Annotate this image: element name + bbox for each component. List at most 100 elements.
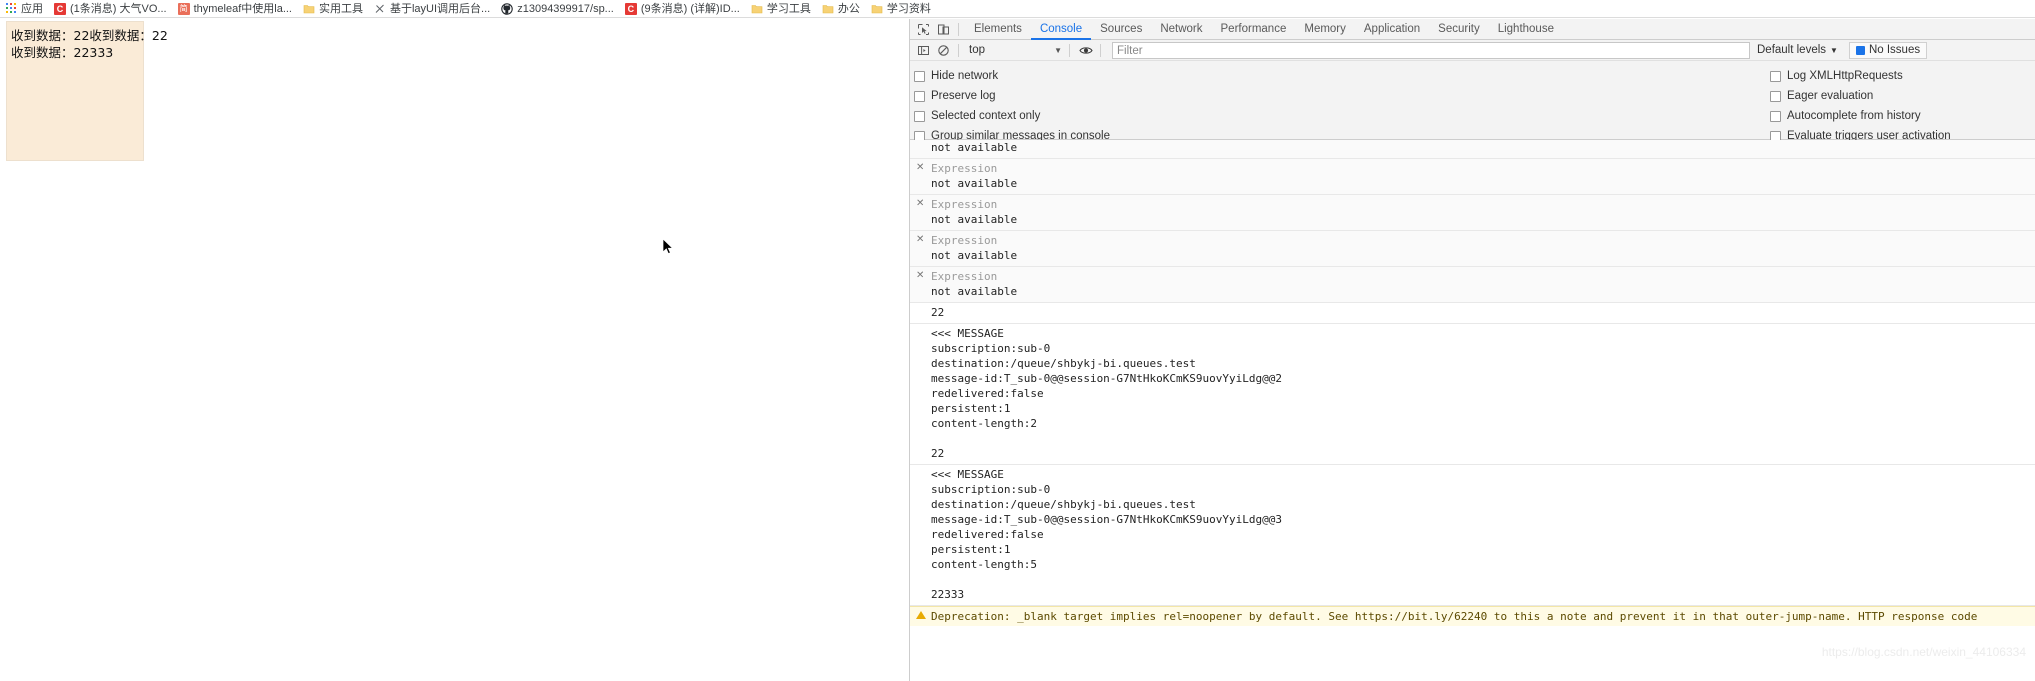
bookmark-label: 学习资料 [886, 2, 931, 15]
console-log-text: <<< MESSAGE subscription:sub-0 destinati… [931, 327, 1282, 460]
bookmark-folder-tools[interactable]: 实用工具 [303, 1, 363, 17]
apps-grid-icon [6, 3, 17, 14]
bookmark-folder-office[interactable]: 办公 [822, 1, 860, 17]
issues-label: No Issues [1868, 44, 1921, 56]
checkbox-icon[interactable] [914, 70, 925, 82]
tab-lighthouse[interactable]: Lighthouse [1489, 19, 1563, 39]
bookmark-thymeleaf[interactable]: 简 thymeleaf中使用la... [177, 1, 292, 17]
console-error-entry[interactable]: ✕ Expression not available [910, 267, 2035, 303]
bookmark-layui[interactable]: 基于layUI调用后台... [374, 1, 490, 17]
console-message-clipped[interactable]: not available [910, 140, 2035, 159]
bookmark-csdn-1[interactable]: C (1条消息) 大气VO... [54, 1, 167, 17]
bookmark-apps[interactable]: 应用 [6, 1, 43, 17]
live-expression-icon[interactable] [1076, 41, 1095, 59]
bookmark-folder-study-materials[interactable]: 学习资料 [871, 1, 931, 17]
console-error-entry[interactable]: ✕ Expression not available [910, 159, 2035, 195]
issues-button[interactable]: No Issues [1848, 41, 1928, 59]
tab-elements[interactable]: Elements [965, 19, 1031, 39]
bookmark-csdn-2[interactable]: C (9条消息) (详解)ID... [624, 1, 740, 17]
folder-icon [822, 3, 834, 15]
screenshot-root: 应用 C (1条消息) 大气VO... 简 thymeleaf中使用la... … [0, 0, 2035, 681]
github-icon [501, 2, 513, 15]
error-x-icon: ✕ [916, 270, 925, 281]
inspect-element-icon[interactable] [914, 20, 933, 38]
execution-context-select[interactable]: top ▼ [965, 42, 1065, 59]
checkbox-selected-context-only[interactable]: Selected context only [914, 106, 1110, 126]
bookmarks-bar: 应用 C (1条消息) 大气VO... 简 thymeleaf中使用la... … [0, 0, 2035, 18]
toolbar-divider [1069, 43, 1070, 57]
tab-memory[interactable]: Memory [1295, 19, 1355, 39]
warning-triangle-icon [916, 611, 926, 619]
received-data-box: 收到数据：22收到数据：22 收到数据：22333 [6, 21, 168, 161]
console-error-title: Expression [931, 270, 998, 283]
toolbar-divider [958, 22, 959, 36]
checkbox-log-xmlhttprequests[interactable]: Log XMLHttpRequests [1770, 66, 1951, 86]
checkbox-eager-evaluation[interactable]: Eager evaluation [1770, 86, 1951, 106]
console-log-list[interactable]: not available ✕ Expression not available… [910, 140, 2035, 681]
devtools-tabbar: Elements Console Sources Network Perform… [910, 19, 2035, 40]
bookmark-folder-study-tools[interactable]: 学习工具 [751, 1, 811, 17]
bookmark-label: 应用 [21, 2, 43, 15]
checkbox-icon[interactable] [914, 90, 925, 102]
tab-console[interactable]: Console [1030, 19, 1092, 40]
console-sidebar-icon[interactable] [914, 41, 933, 59]
bookmark-label: 实用工具 [318, 2, 363, 15]
error-x-icon: ✕ [916, 198, 925, 209]
chevron-down-icon: ▼ [1830, 45, 1838, 55]
console-log-text: 22 [931, 306, 945, 319]
console-log-entry[interactable]: <<< MESSAGE subscription:sub-0 destinati… [910, 324, 2035, 465]
bookmark-label: thymeleaf中使用la... [193, 2, 292, 15]
console-error-body: not available [931, 213, 1018, 226]
toolbar-divider [1100, 43, 1101, 57]
devtools-panel: Elements Console Sources Network Perform… [909, 19, 2035, 681]
checkbox-preserve-log[interactable]: Preserve log [914, 86, 1110, 106]
checkbox-icon[interactable] [1770, 90, 1781, 102]
device-toolbar-icon[interactable] [934, 20, 953, 38]
tab-sources[interactable]: Sources [1091, 19, 1151, 39]
filter-input[interactable]: Filter [1112, 41, 1750, 59]
folder-icon [303, 3, 315, 15]
tab-network[interactable]: Network [1151, 19, 1211, 39]
console-toolbar: top ▼ Filter Default levels ▼ No Issues [910, 40, 2035, 61]
checkbox-icon[interactable] [1770, 110, 1781, 122]
bookmark-label: (9条消息) (详解)ID... [640, 2, 740, 15]
checkbox-label: Preserve log [931, 90, 996, 102]
clear-console-icon[interactable] [934, 41, 953, 59]
error-x-icon: ✕ [916, 162, 925, 173]
console-warning-text: Deprecation: _blank target implies rel=n… [931, 610, 1978, 623]
received-data-line: 收到数据：22收到数据：22 [11, 28, 168, 43]
folder-icon [751, 3, 763, 15]
mouse-cursor [662, 238, 674, 256]
checkbox-label: Eager evaluation [1787, 90, 1874, 102]
tab-security[interactable]: Security [1429, 19, 1489, 39]
console-log-entry[interactable]: <<< MESSAGE subscription:sub-0 destinati… [910, 465, 2035, 606]
checkbox-label: Log XMLHttpRequests [1787, 70, 1903, 82]
console-error-body: not available [931, 177, 1018, 190]
console-error-body: not available [931, 285, 1018, 298]
site-icon [374, 3, 386, 15]
console-settings-left-column: Hide network Preserve log Selected conte… [914, 66, 1110, 146]
checkbox-label: Autocomplete from history [1787, 110, 1921, 122]
log-levels-select[interactable]: Default levels ▼ [1757, 44, 1838, 56]
bookmark-github[interactable]: z13094399917/sp... [501, 1, 614, 17]
execution-context-value: top [969, 44, 985, 56]
console-error-entry[interactable]: ✕ Expression not available [910, 195, 2035, 231]
console-error-body: not available [931, 249, 1018, 262]
console-message-body: not available [931, 141, 1018, 154]
tab-application[interactable]: Application [1355, 19, 1429, 39]
checkbox-label: Selected context only [931, 110, 1041, 122]
received-data-line: 收到数据：22333 [11, 45, 114, 60]
checkbox-icon[interactable] [914, 110, 925, 122]
console-log-entry[interactable]: 22 [910, 303, 2035, 324]
tab-performance[interactable]: Performance [1212, 19, 1296, 39]
console-error-entry[interactable]: ✕ Expression not available [910, 231, 2035, 267]
folder-icon [871, 3, 883, 15]
console-error-title: Expression [931, 162, 998, 175]
checkbox-icon[interactable] [1770, 70, 1781, 82]
bookmark-label: (1条消息) 大气VO... [70, 2, 167, 15]
csdn-icon: C [54, 2, 66, 15]
checkbox-hide-network[interactable]: Hide network [914, 66, 1110, 86]
checkbox-autocomplete-from-history[interactable]: Autocomplete from history [1770, 106, 1951, 126]
console-warning-entry[interactable]: Deprecation: _blank target implies rel=n… [910, 606, 2035, 626]
error-x-icon: ✕ [916, 234, 925, 245]
